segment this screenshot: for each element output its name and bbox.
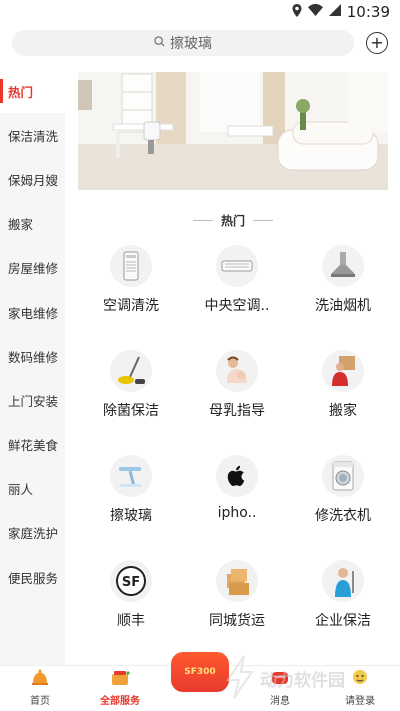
sf-express-icon: SF [110, 560, 152, 602]
nav-messages[interactable]: 消息 [240, 666, 320, 711]
sidebar-item-flowers-food[interactable]: 鲜花美食 [0, 423, 65, 467]
service-moving[interactable]: 搬家 [290, 350, 396, 420]
banner-room-image [78, 72, 388, 190]
status-time: 10:39 [346, 3, 390, 21]
service-range-hood[interactable]: 洗油烟机 [290, 245, 396, 315]
plus-icon: + [370, 33, 384, 52]
cardboard-box-icon [216, 560, 258, 602]
service-label: 搬家 [329, 403, 357, 419]
service-label: 除菌保洁 [103, 403, 159, 419]
sidebar-item-cleaning[interactable]: 保洁清洗 [0, 113, 65, 157]
status-bar: 10:39 [0, 0, 400, 24]
sidebar-item-beauty[interactable]: 丽人 [0, 467, 65, 511]
add-button[interactable]: + [366, 32, 388, 54]
nav-all-services[interactable]: 全部服务 [80, 666, 160, 711]
nav-label: 全部服务 [100, 696, 140, 707]
service-breastfeeding[interactable]: 母乳指导 [184, 350, 290, 420]
promo-banner[interactable] [78, 72, 388, 190]
promo-badge-icon: SF300 [171, 652, 229, 692]
service-label: 修洗衣机 [315, 508, 371, 524]
mover-box-icon [322, 350, 364, 392]
user-avatar-icon [353, 670, 367, 684]
signal-icon [328, 4, 341, 20]
apple-icon [216, 455, 258, 497]
sidebar-item-home-laundry[interactable]: 家庭洗护 [0, 511, 65, 555]
services-grid: 空调清洗 中央空调.. 洗油烟机 除菌保洁 母乳指导 搬家 擦玻璃 ipho..… [78, 245, 398, 630]
all-services-basket-icon [112, 671, 130, 685]
nav-label: 首页 [30, 696, 50, 707]
wifi-icon [307, 4, 323, 20]
nav-home[interactable]: 首页 [0, 666, 80, 711]
mother-baby-icon [216, 350, 258, 392]
service-label: 企业保洁 [315, 613, 371, 629]
service-sf-express[interactable]: SF 顺丰 [78, 560, 184, 630]
window-squeegee-icon [110, 455, 152, 497]
promo-badge-text: SF300 [184, 667, 216, 677]
status-icons: 10:39 [292, 3, 390, 21]
section-title-text: 热门 [220, 213, 245, 228]
sidebar-item-convenience[interactable]: 便民服务 [0, 555, 65, 599]
category-sidebar: 热门 保洁清洗 保姆月嫂 搬家 房屋维修 家电维修 数码维修 上门安装 鲜花美食… [0, 69, 65, 669]
nav-promo[interactable]: SF300 狂撒一亿 [160, 652, 240, 711]
section-title: 热门 [78, 210, 388, 230]
sidebar-item-appliance-repair[interactable]: 家电维修 [0, 290, 65, 334]
service-washer-repair[interactable]: 修洗衣机 [290, 455, 396, 525]
service-label: 中央空调.. [204, 298, 270, 314]
vacuum-cleaner-icon [110, 350, 152, 392]
search-icon [154, 35, 165, 51]
central-ac-unit-icon [216, 245, 258, 287]
service-disinfect-clean[interactable]: 除菌保洁 [78, 350, 184, 420]
sidebar-item-installation[interactable]: 上门安装 [0, 378, 65, 422]
divider [253, 219, 273, 221]
sidebar-item-nanny[interactable]: 保姆月嫂 [0, 157, 65, 201]
message-icon [272, 672, 288, 684]
home-bell-icon [32, 669, 48, 685]
search-row: 擦玻璃 + [0, 28, 400, 60]
svg-text:SF: SF [122, 575, 140, 590]
service-label: 洗油烟机 [315, 298, 371, 314]
washing-machine-icon [322, 455, 364, 497]
service-label: 空调清洗 [103, 298, 159, 314]
nav-login[interactable]: 请登录 [320, 666, 400, 711]
location-icon [292, 3, 302, 21]
search-input[interactable]: 擦玻璃 [12, 30, 354, 56]
sidebar-item-hot[interactable]: 热门 [0, 69, 65, 114]
service-local-freight[interactable]: 同城货运 [184, 560, 290, 630]
divider [192, 219, 213, 221]
service-label: 擦玻璃 [110, 508, 152, 524]
range-hood-icon [322, 245, 364, 287]
sidebar-item-house-repair[interactable]: 房屋维修 [0, 246, 65, 290]
nav-label: 消息 [270, 696, 290, 707]
service-window-cleaning[interactable]: 擦玻璃 [78, 455, 184, 525]
service-iphone-repair[interactable]: ipho.. [184, 455, 290, 525]
service-label: 母乳指导 [209, 403, 265, 419]
service-label: ipho.. [217, 505, 257, 521]
service-corporate-cleaning[interactable]: 企业保洁 [290, 560, 396, 630]
search-placeholder: 擦玻璃 [170, 36, 212, 52]
bottom-nav: 首页 全部服务 SF300 狂撒一亿 消息 请登录 [0, 652, 400, 711]
cleaner-worker-icon [322, 560, 364, 602]
air-conditioner-tower-icon [110, 245, 152, 287]
service-ac-cleaning[interactable]: 空调清洗 [78, 245, 184, 315]
service-central-ac[interactable]: 中央空调.. [184, 245, 290, 315]
service-label: 顺丰 [117, 613, 145, 629]
service-label: 同城货运 [209, 613, 265, 629]
nav-label: 请登录 [345, 696, 375, 707]
sidebar-item-moving[interactable]: 搬家 [0, 202, 65, 246]
nav-label: 狂撒一亿 [180, 694, 219, 705]
sidebar-item-digital-repair[interactable]: 数码维修 [0, 334, 65, 378]
